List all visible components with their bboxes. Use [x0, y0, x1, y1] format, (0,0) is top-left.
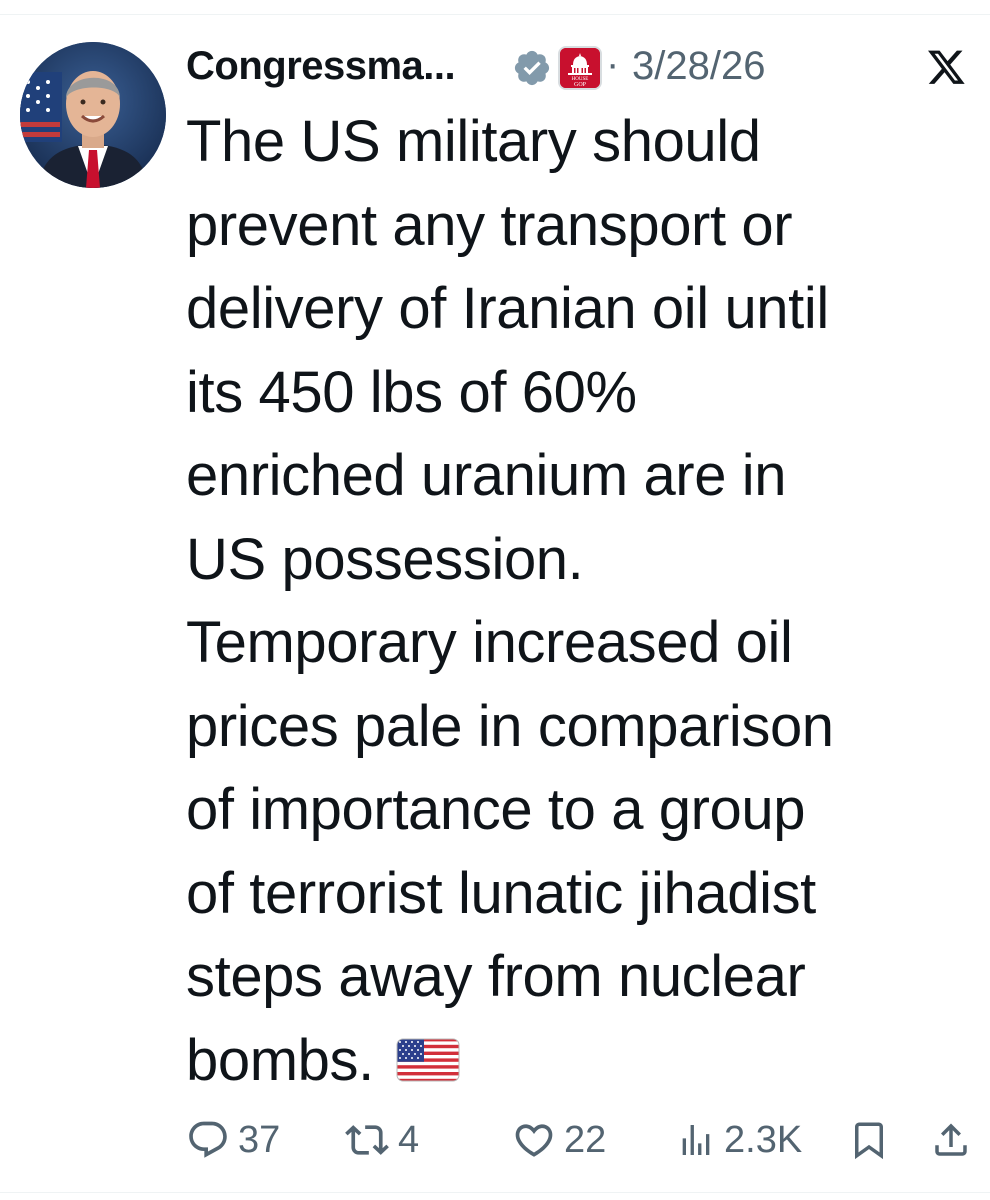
bottom-divider [0, 1192, 990, 1193]
us-flag-emoji [396, 1038, 460, 1081]
action-bar: 37 4 22 2.3K [186, 1112, 976, 1168]
badge-text-gop: GOP [574, 82, 587, 88]
repost-icon [345, 1125, 389, 1155]
post-text: The US military should prevent any trans… [186, 100, 976, 1102]
repost-button[interactable]: 4 [344, 1112, 419, 1168]
post-header: Congressma... HOUSE GOP · 3/28/26 [186, 40, 976, 96]
verified-badge-icon[interactable] [512, 48, 552, 88]
x-logo-icon[interactable] [928, 50, 966, 86]
share-icon [935, 1123, 967, 1156]
reply-button[interactable]: 37 [186, 1112, 280, 1168]
reply-count: 37 [238, 1118, 281, 1161]
author-display-name[interactable]: Congressma... [186, 44, 456, 89]
post-body: The US military should prevent any trans… [186, 109, 834, 1093]
views-button[interactable]: 2.3K [676, 1112, 802, 1168]
profile-avatar[interactable] [20, 42, 166, 188]
bookmark-button[interactable] [848, 1112, 890, 1168]
post-date[interactable]: 3/28/26 [632, 44, 765, 89]
share-button[interactable] [930, 1112, 972, 1168]
views-icon [682, 1125, 710, 1155]
like-count: 22 [564, 1118, 607, 1161]
header-separator: · [606, 42, 620, 86]
top-divider [0, 14, 990, 15]
house-gop-badge-icon[interactable]: HOUSE GOP [558, 46, 602, 90]
like-button[interactable]: 22 [512, 1112, 606, 1168]
reply-icon [189, 1121, 227, 1158]
repost-count: 4 [398, 1118, 420, 1161]
heart-icon [515, 1124, 553, 1157]
views-count: 2.3K [724, 1118, 803, 1161]
bookmark-icon [855, 1122, 883, 1160]
